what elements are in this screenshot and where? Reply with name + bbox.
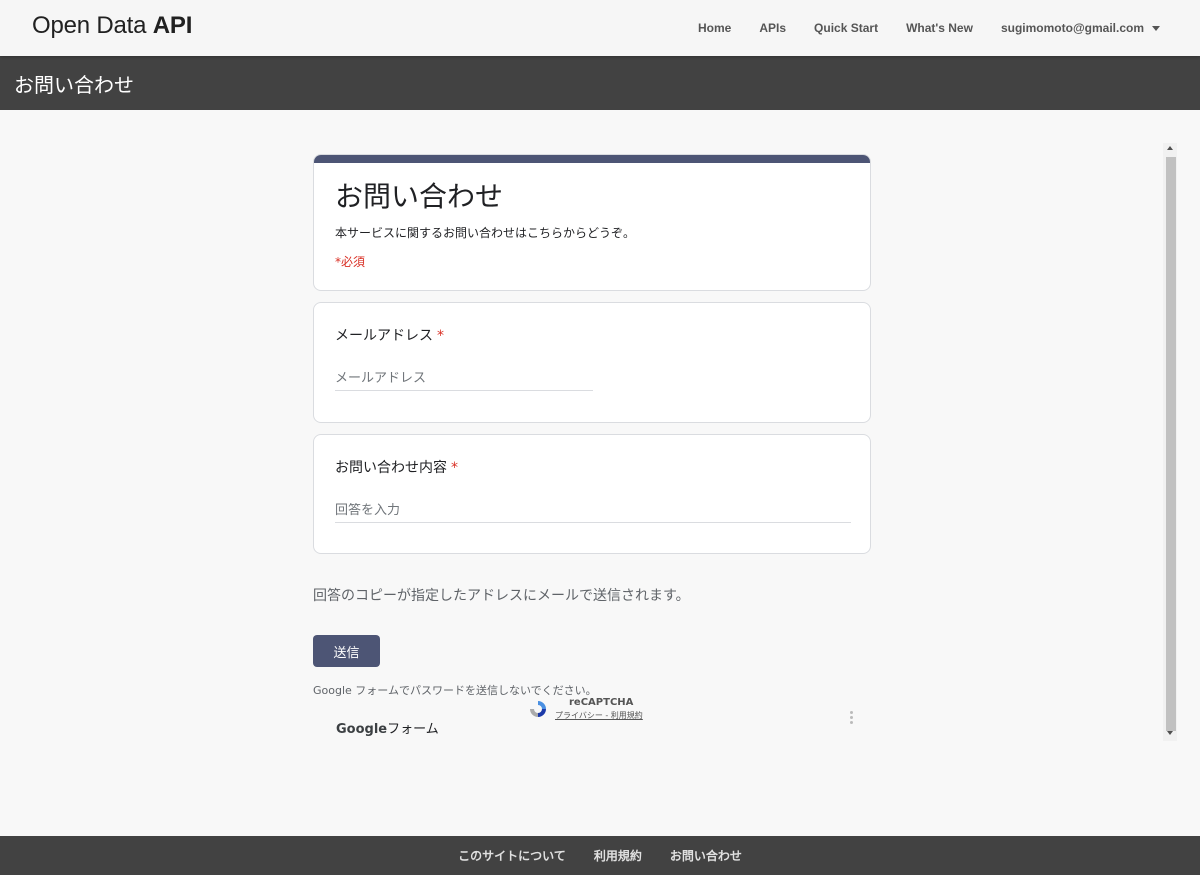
nav-quick-start[interactable]: Quick Start: [814, 21, 878, 35]
password-warning: Google フォームでパスワードを送信しないでください。: [313, 684, 597, 697]
more-vert-icon[interactable]: [848, 710, 854, 726]
recaptcha-icon: [530, 701, 546, 717]
footer-terms-link[interactable]: 利用規約: [594, 847, 642, 864]
submit-button[interactable]: 送信: [313, 635, 380, 667]
footer: このサイトについて 利用規約 お問い合わせ: [0, 836, 1200, 875]
scrollbar-thumb[interactable]: [1166, 157, 1176, 731]
page-title: お問い合わせ: [14, 73, 134, 97]
email-label: メールアドレス: [335, 328, 433, 344]
caret-down-icon: [1152, 25, 1160, 31]
question-label: お問い合わせ内容 *: [335, 457, 458, 477]
copy-note: 回答のコピーが指定したアドレスにメールで送信されます。: [313, 588, 690, 604]
question-inquiry: お問い合わせ内容 *: [313, 434, 871, 554]
required-mark: *: [437, 328, 444, 344]
google-forms-suffix: フォーム: [387, 722, 439, 737]
question-email: メールアドレス *: [313, 302, 871, 423]
required-note: *必須: [335, 255, 366, 269]
nav-whats-new[interactable]: What's New: [906, 21, 973, 35]
nav-home[interactable]: Home: [698, 21, 731, 35]
question-label: メールアドレス *: [335, 325, 444, 345]
top-navbar: Open Data API Home APIs Quick Start What…: [0, 0, 1200, 56]
email-field[interactable]: [335, 371, 593, 391]
inquiry-label: お問い合わせ内容: [335, 460, 447, 476]
google-forms-logo[interactable]: Googleフォーム: [336, 718, 439, 737]
scroll-down-arrow-icon[interactable]: [1167, 731, 1173, 735]
google-forms-brand: Google: [336, 722, 388, 737]
inquiry-field[interactable]: [335, 503, 851, 523]
brand-logo[interactable]: Open Data API: [32, 12, 192, 40]
user-menu[interactable]: sugimomoto@gmail.com: [1001, 21, 1160, 35]
main-nav: Home APIs Quick Start What's New sugimom…: [670, 0, 1160, 56]
page-title-bar: お問い合わせ: [0, 56, 1200, 110]
user-email: sugimomoto@gmail.com: [1000, 21, 1144, 35]
required-mark: *: [451, 460, 458, 476]
footer-links: このサイトについて 利用規約 お問い合わせ: [0, 836, 1200, 875]
recaptcha-label: reCAPTCHA: [569, 697, 634, 708]
brand-text: Open Data: [32, 12, 153, 39]
form-description: 本サービスに関するお問い合わせはこちらからどうぞ。: [335, 226, 636, 240]
form-accent-bar: [314, 155, 870, 163]
form-header-card: お問い合わせ 本サービスに関するお問い合わせはこちらからどうぞ。 *必須: [313, 154, 871, 291]
form-title: お問い合わせ: [335, 180, 504, 213]
brand-text-bold: API: [152, 12, 193, 39]
scroll-up-arrow-icon[interactable]: [1167, 146, 1173, 150]
recaptcha-badge: reCAPTCHA プライバシー - 利用規約: [528, 697, 658, 725]
nav-apis[interactable]: APIs: [759, 21, 786, 35]
footer-about-link[interactable]: このサイトについて: [458, 847, 566, 864]
footer-contact-link[interactable]: お問い合わせ: [670, 847, 742, 864]
recaptcha-privacy-terms-link[interactable]: プライバシー - 利用規約: [555, 710, 643, 721]
